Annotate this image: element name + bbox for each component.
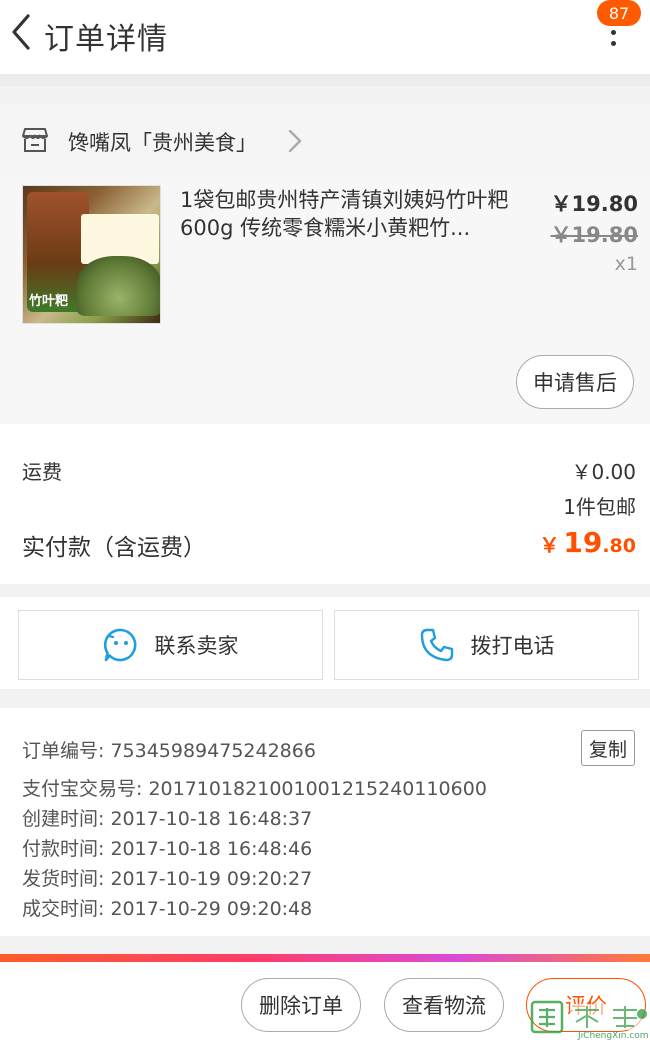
after-sale-button[interactable]: 申请售后 [516, 355, 634, 409]
food-graphic [77, 256, 160, 316]
shipped-time: 发货时间: 2017-10-19 09:20:27 [22, 868, 313, 890]
contact-seller-label: 联系卖家 [154, 634, 239, 658]
back-button[interactable] [6, 12, 36, 52]
chat-bubble-icon [103, 628, 136, 662]
phone-icon [420, 628, 453, 662]
store-icon [22, 128, 48, 152]
paid-label: 实付款（含运费） [22, 535, 206, 561]
completed-time: 成交时间: 2017-10-29 09:20:48 [22, 898, 313, 920]
shipping-note: 1件包邮 [563, 495, 636, 519]
product-title[interactable]: 1袋包邮贵州特产清镇刘姨妈竹叶粑600g 传统零食糯米小黄粑竹... [180, 186, 510, 242]
call-phone-label: 拨打电话 [470, 634, 555, 658]
thumbnail-label: 竹叶粑 [29, 294, 69, 309]
divider [0, 74, 650, 86]
watermark-text: JiChengXin.com [578, 1031, 649, 1041]
product-quantity: x1 [614, 253, 638, 275]
more-dot-icon [611, 30, 616, 35]
more-dot-icon [611, 41, 616, 46]
product-thumbnail[interactable]: 竹叶粑 [22, 185, 161, 324]
copy-button[interactable]: 复制 [581, 730, 635, 766]
paid-amount: ￥ 19 .80 [539, 526, 636, 559]
chevron-left-icon [12, 14, 30, 50]
gradient-divider [0, 954, 650, 962]
top-bar: 订单详情 87 [0, 0, 650, 74]
product-price: ￥19.80 [550, 192, 638, 216]
shipping-label: 运费 [22, 460, 62, 484]
paid-time: 付款时间: 2017-10-18 16:48:46 [22, 838, 313, 860]
order-number: 订单编号: 75345989475242866 [22, 740, 316, 762]
contact-seller-button[interactable]: 联系卖家 [18, 610, 323, 680]
alipay-trade-number: 支付宝交易号: 2017101821001001215240110600 [22, 778, 487, 800]
paid-currency: ￥ [539, 533, 560, 557]
view-logistics-button[interactable]: 查看物流 [384, 978, 504, 1032]
call-phone-button[interactable]: 拨打电话 [334, 610, 639, 680]
notification-badge: 87 [597, 0, 641, 26]
shipping-value: ￥0.00 [571, 460, 636, 484]
chevron-right-icon [288, 129, 302, 153]
shop-name[interactable]: 馋嘴凤「贵州美食」 [68, 127, 257, 157]
product-original-price: ￥19.80 [550, 223, 638, 247]
page-title: 订单详情 [44, 22, 168, 57]
paid-integer: 19 [563, 526, 603, 559]
delete-order-button[interactable]: 删除订单 [241, 978, 361, 1032]
created-time: 创建时间: 2017-10-18 16:48:37 [22, 808, 313, 830]
paid-decimal: .80 [602, 535, 636, 557]
